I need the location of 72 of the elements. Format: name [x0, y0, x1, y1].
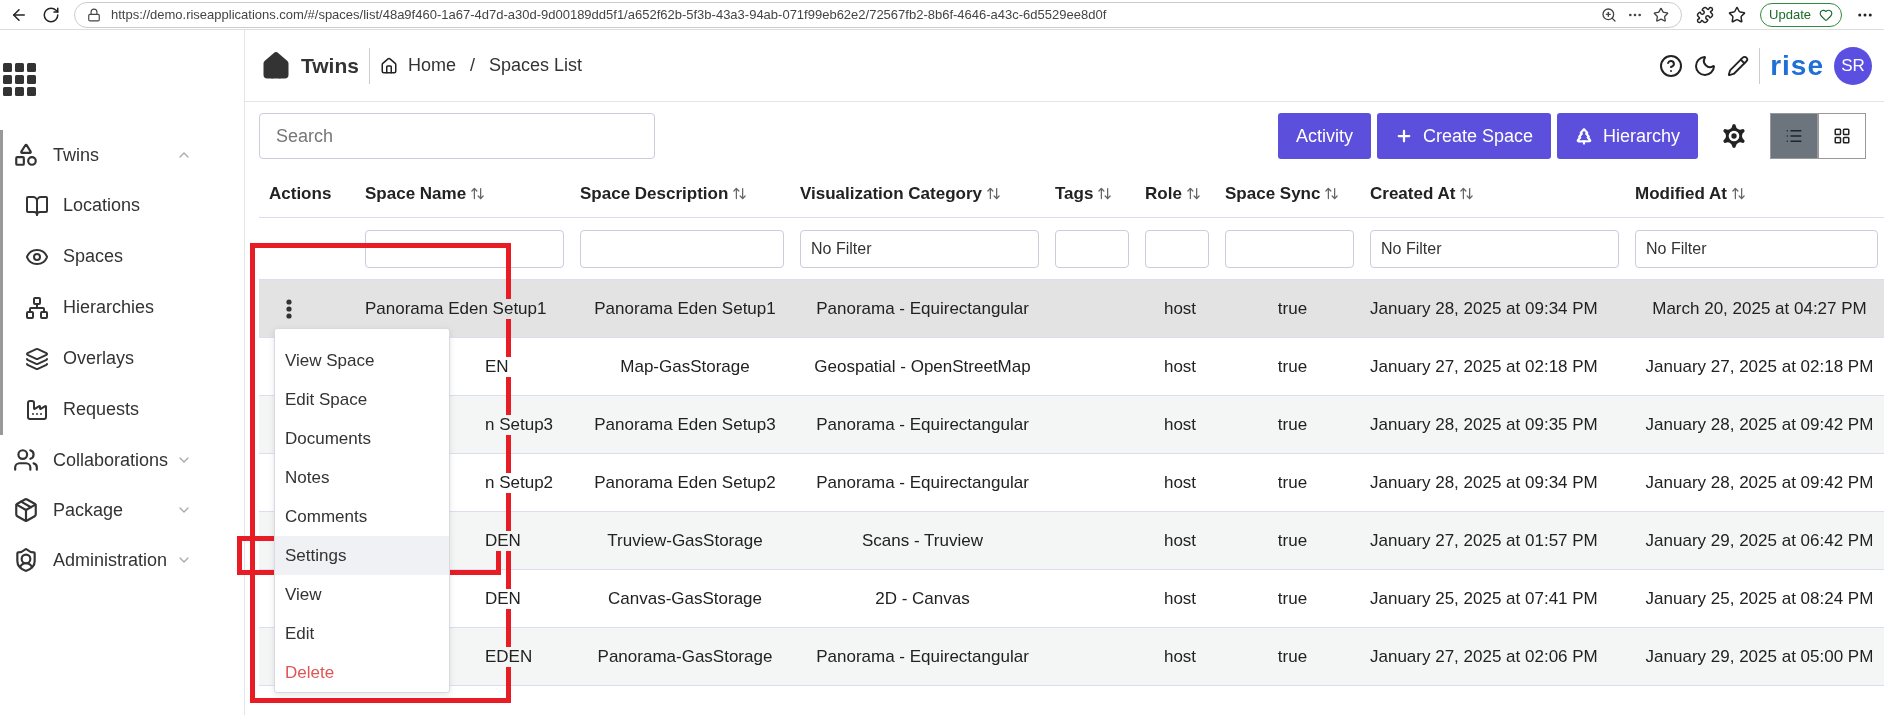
- sidebar-subitem[interactable]: Overlays: [3, 333, 244, 384]
- column-header[interactable]: Space Name: [355, 183, 570, 204]
- sort-icon[interactable]: [1459, 186, 1475, 201]
- heart-icon: [1819, 7, 1833, 22]
- sidebar-item[interactable]: Administration: [3, 535, 244, 585]
- list-icon: [1785, 127, 1803, 145]
- avatar[interactable]: SR: [1834, 46, 1872, 85]
- tree-icon: [1574, 127, 1593, 145]
- app-grid-icon[interactable]: [3, 63, 37, 97]
- breadcrumb-item: Spaces List: [489, 55, 583, 76]
- sidebar-icon: [25, 397, 49, 422]
- sidebar-icon: [13, 447, 39, 473]
- sort-icon[interactable]: [1185, 186, 1201, 201]
- sidebar-item[interactable]: Collaborations: [3, 435, 244, 485]
- zoom-icon[interactable]: [1601, 6, 1618, 23]
- sort-icon[interactable]: [986, 186, 1001, 201]
- column-header[interactable]: Space Description: [570, 183, 790, 204]
- home-icon[interactable]: [261, 50, 291, 81]
- breadcrumb-separator: /: [469, 55, 475, 76]
- column-header[interactable]: Modified At: [1625, 183, 1884, 204]
- sidebar-icon: [25, 295, 49, 320]
- filter-field[interactable]: No Filter: [800, 229, 1039, 268]
- column-header: Actions: [268, 183, 333, 204]
- sidebar-subitem[interactable]: Requests: [3, 384, 244, 435]
- sort-icon[interactable]: [1097, 186, 1113, 201]
- column-header[interactable]: Created At: [1360, 183, 1625, 204]
- column-header[interactable]: Space Sync: [1215, 183, 1360, 204]
- filter-field[interactable]: No Filter: [1370, 229, 1619, 268]
- list-view-button[interactable]: [1770, 113, 1818, 159]
- kebab-icon: [286, 298, 292, 319]
- sidebar-item[interactable]: Package: [3, 485, 244, 535]
- filter-field[interactable]: [1055, 229, 1129, 268]
- sort-icon[interactable]: [1324, 186, 1340, 201]
- sidebar-item[interactable]: Twins: [3, 130, 244, 180]
- refresh-icon[interactable]: [42, 5, 60, 24]
- sort-icon[interactable]: [470, 186, 486, 201]
- sidebar-subitem[interactable]: Hierarchies: [3, 282, 244, 333]
- column-header[interactable]: Tags: [1045, 183, 1135, 204]
- filter-field[interactable]: [1225, 229, 1354, 268]
- filter-field[interactable]: [1145, 229, 1209, 268]
- breadcrumb-item[interactable]: Home: [407, 55, 456, 76]
- sidebar-icon: [25, 193, 49, 218]
- sidebar-subitem[interactable]: Locations: [3, 180, 244, 231]
- favorites-icon[interactable]: [1728, 5, 1747, 24]
- grid-icon: [1833, 127, 1851, 145]
- extensions-icon[interactable]: [1696, 5, 1715, 24]
- sidebar-icon: [13, 547, 39, 573]
- toolbar-button[interactable]: Hierarchy: [1556, 113, 1698, 159]
- sidebar-icon: [13, 142, 39, 168]
- sidebar-icon: [25, 346, 49, 371]
- search-field[interactable]: Search: [259, 113, 655, 159]
- app-title: Twins: [301, 53, 359, 78]
- grid-view-button[interactable]: [1818, 113, 1866, 159]
- toolbar-button[interactable]: Activity: [1277, 113, 1371, 159]
- home-icon[interactable]: [379, 56, 398, 75]
- favorite-icon[interactable]: [1653, 6, 1670, 23]
- sidebar-icon: [13, 497, 39, 523]
- sidebar-subitem[interactable]: Spaces: [3, 231, 244, 282]
- moon-icon[interactable]: [1693, 53, 1718, 78]
- filter-field[interactable]: No Filter: [1635, 229, 1878, 268]
- pencil-icon[interactable]: [1727, 54, 1750, 77]
- sort-icon[interactable]: [732, 186, 748, 201]
- sort-icon[interactable]: [1730, 186, 1746, 201]
- column-header[interactable]: Role: [1135, 183, 1215, 204]
- update-button[interactable]: Update: [1760, 2, 1842, 27]
- menu-item[interactable]: Settings: [275, 536, 449, 575]
- help-icon[interactable]: [1659, 53, 1684, 78]
- column-header[interactable]: Visualization Category: [790, 183, 1045, 204]
- filter-field[interactable]: [580, 229, 784, 268]
- toolbar-button[interactable]: Create Space: [1376, 113, 1551, 159]
- lock-icon: [87, 7, 101, 22]
- logo: rise: [1770, 49, 1824, 82]
